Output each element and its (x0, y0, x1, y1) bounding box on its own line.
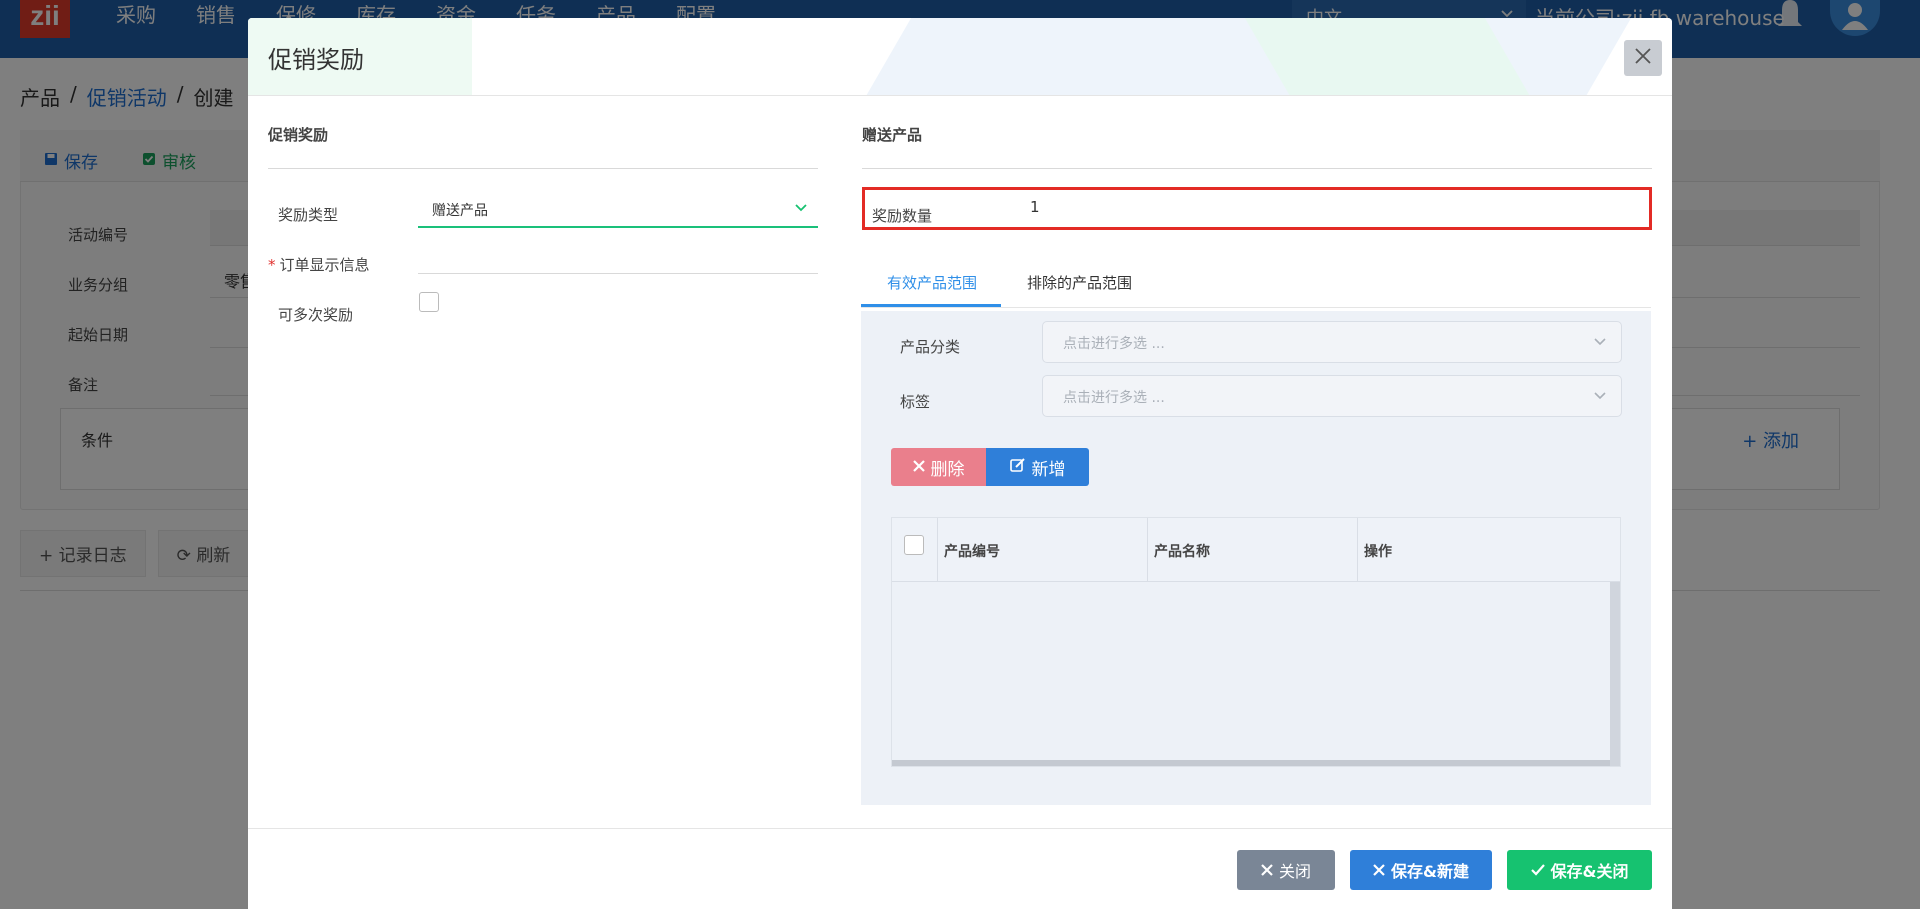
delete-button[interactable]: 删除 (891, 448, 986, 486)
close-icon (1634, 47, 1652, 69)
order-info-label: * 订单显示信息 (268, 256, 370, 274)
repeat-reward-checkbox[interactable] (419, 292, 439, 312)
close-button[interactable]: 关闭 (1237, 850, 1335, 890)
edit-icon (1009, 457, 1026, 478)
delete-label: 删除 (930, 459, 965, 480)
repeat-reward-label: 可多次奖励 (278, 306, 354, 324)
save-new-label: 保存&新建 (1391, 862, 1469, 881)
times-icon (912, 457, 925, 477)
product-table: 产品编号 产品名称 操作 (891, 517, 1621, 767)
add-label: 新增 (1031, 459, 1066, 480)
category-label: 产品分类 (900, 338, 961, 356)
category-multiselect[interactable]: 点击进行多选 ... (1042, 321, 1622, 363)
promotion-reward-modal: 促销奖励 促销奖励 奖励类型 赠送产品 * 订单显示信息 可多次奖励 赠送产品 奖… (248, 18, 1672, 909)
column-header-actions: 操作 (1364, 544, 1392, 560)
product-scope-tabs: 有效产品范围 排除的产品范围 (861, 254, 1651, 308)
table-vertical-scrollbar[interactable] (1610, 582, 1620, 766)
order-info-input[interactable] (418, 244, 818, 274)
reward-type-value: 赠送产品 (432, 203, 488, 219)
close-label: 关闭 (1278, 862, 1311, 881)
reward-quantity-field[interactable]: 奖励数量 1 (862, 187, 1652, 230)
tag-label: 标签 (900, 393, 931, 411)
times-icon (1261, 861, 1273, 880)
product-table-header: 产品编号 产品名称 操作 (892, 518, 1620, 582)
add-product-button[interactable]: 新增 (986, 448, 1089, 486)
right-section-title: 赠送产品 (862, 126, 923, 144)
chevron-down-icon (1593, 334, 1607, 352)
tab-valid-scope[interactable]: 有效产品范围 (887, 272, 977, 293)
category-placeholder: 点击进行多选 ... (1063, 336, 1165, 352)
column-header-product-name[interactable]: 产品名称 (1148, 518, 1358, 582)
tab-excluded-scope[interactable]: 排除的产品范围 (1027, 272, 1132, 293)
times-icon (1373, 861, 1385, 880)
save-close-label: 保存&关闭 (1550, 862, 1629, 881)
chevron-down-icon (794, 200, 808, 218)
product-scope-panel: 产品分类 点击进行多选 ... 标签 点击进行多选 ... 删除 新增 产品编号… (861, 311, 1651, 805)
column-header-product-code[interactable]: 产品编号 (938, 518, 1148, 582)
modal-header: 促销奖励 (248, 18, 1672, 96)
reward-quantity-value: 1 (1030, 198, 1040, 216)
reward-type-select[interactable]: 赠送产品 (418, 194, 818, 228)
modal-title: 促销奖励 (268, 46, 364, 74)
tag-multiselect[interactable]: 点击进行多选 ... (1042, 375, 1622, 417)
reward-quantity-label: 奖励数量 (872, 207, 933, 225)
tag-placeholder: 点击进行多选 ... (1063, 390, 1165, 406)
check-icon (1530, 861, 1545, 880)
modal-close-button[interactable] (1624, 40, 1662, 76)
save-and-new-button[interactable]: 保存&新建 (1350, 850, 1492, 890)
save-and-close-button[interactable]: 保存&关闭 (1507, 850, 1652, 890)
chevron-down-icon (1593, 388, 1607, 406)
table-horizontal-scrollbar[interactable] (892, 760, 1610, 766)
select-all-checkbox[interactable] (904, 535, 924, 555)
left-section-title: 促销奖励 (268, 126, 329, 144)
reward-type-label: 奖励类型 (278, 206, 339, 224)
